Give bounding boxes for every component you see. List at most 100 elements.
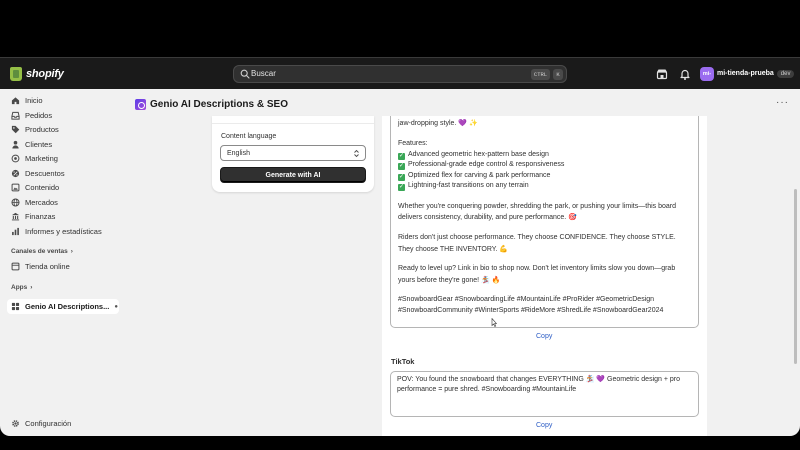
admin-panel: Inicio Pedidos Productos Clientes Market…	[0, 89, 800, 436]
search-icon	[240, 69, 250, 79]
genio-logo-icon	[135, 98, 146, 110]
sidebar-item-finanzas[interactable]: Finanzas	[7, 210, 119, 223]
sidebar-item-label: Informes y estadísticas	[25, 226, 102, 236]
shopify-bag-icon	[10, 67, 22, 81]
person-icon	[12, 140, 19, 149]
check-icon: ✓	[398, 152, 405, 160]
sidebar-item-online-store[interactable]: Tienda online	[7, 260, 119, 273]
store-name: mi-tienda-prueba	[717, 70, 774, 77]
feature-text: Optimized flex for carving & park perfor…	[408, 171, 551, 179]
bank-icon	[11, 212, 20, 221]
home-icon	[11, 97, 20, 105]
sidebar-item-label: Contenido	[25, 183, 60, 192]
bell-icon[interactable]	[678, 67, 692, 81]
text-line: ✓ Optimized flex for carving & park perfo…	[398, 172, 550, 181]
chevron-right-icon: ›	[30, 284, 33, 291]
text-line: Whether you're conquering powder, shredd…	[398, 202, 676, 210]
tag-icon	[11, 125, 20, 134]
pin-icon[interactable]: ●	[114, 304, 118, 310]
text-line: #SnowboardCommunity #WinterSports #RideM…	[398, 306, 664, 314]
sidebar-item-label: Descuentos	[25, 168, 65, 178]
instagram-output-textarea[interactable]: jaw-dropping style. 💜 ✨ Features: ✓ Advan…	[390, 116, 699, 328]
page-title: Genio AI Descriptions & SEO	[150, 98, 288, 110]
settings-card: Content language English Generate with A…	[212, 116, 374, 192]
sidebar: Inicio Pedidos Productos Clientes Market…	[0, 89, 124, 436]
tiktok-output-textarea[interactable]: POV: You found the snowboard that change…	[390, 371, 699, 417]
sidebar-item-pedidos[interactable]: Pedidos	[7, 109, 119, 122]
search-input[interactable]: Buscar	[251, 69, 276, 78]
sidebar-item-label: Finanzas	[25, 212, 56, 221]
text-line: Riders don't just choose performance. Th…	[398, 234, 676, 241]
results-card: jaw-dropping style. 💜 ✨ Features: ✓ Advan…	[382, 116, 707, 436]
text-line: delivers consistency, durability, and pu…	[398, 214, 577, 221]
sidebar-item-contenido[interactable]: Contenido	[7, 181, 119, 194]
avatar: mi-	[700, 66, 714, 81]
sidebar-item-mercados[interactable]: Mercados	[7, 196, 119, 209]
store-icon[interactable]	[655, 67, 669, 81]
screen-frame: shopify Buscar CTRL K mi- mi-tienda-prue…	[0, 0, 800, 450]
discount-icon	[11, 169, 20, 177]
more-actions-icon[interactable]: ···	[776, 97, 789, 108]
generate-with-ai-button[interactable]: Generate with AI	[220, 167, 366, 183]
search-bar[interactable]: Buscar CTRL K	[233, 65, 567, 83]
text-line: ✓ Lightning-fast transitions on any terra…	[398, 182, 529, 191]
content-icon	[11, 183, 20, 192]
text-line: yours before they're gone! 🏂 🔥	[398, 276, 501, 284]
target-icon	[11, 154, 20, 163]
text-line: ✓ Advanced geometric hex-pattern base des…	[398, 151, 549, 160]
shopify-logo[interactable]: shopify	[10, 66, 64, 82]
inbox-icon	[11, 111, 20, 120]
sidebar-item-label: Tienda online	[25, 261, 70, 271]
check-icon: ✓	[398, 184, 405, 191]
sidebar-item-label: Productos	[25, 125, 59, 134]
sidebar-item-label: Inicio	[25, 96, 43, 105]
section-label: Apps	[11, 284, 28, 291]
sidebar-item-marketing[interactable]: Marketing	[7, 152, 119, 165]
sidebar-item-label: Clientes	[25, 139, 53, 149]
sidebar-item-label: Mercados	[25, 197, 58, 207]
apps-section[interactable]: Apps ›	[11, 284, 32, 291]
sidebar-item-inicio[interactable]: Inicio	[7, 94, 119, 107]
chart-icon	[12, 227, 19, 235]
tiktok-section-title: TikTok	[391, 357, 415, 366]
feature-text: Lightning-fast transitions on any terrai…	[408, 182, 529, 189]
text-line: POV: You found the snowboard that change…	[397, 376, 681, 383]
sidebar-item-label: Pedidos	[25, 110, 53, 120]
brand-name: shopify	[26, 68, 64, 80]
online-store-icon	[11, 262, 20, 270]
section-label: Canales de ventas	[11, 248, 68, 255]
chevron-right-icon: ›	[70, 248, 73, 255]
shortcut-ctrl-key: CTRL	[531, 69, 550, 80]
app-grid-icon	[11, 302, 20, 311]
shortcut-k-key: K	[553, 69, 563, 80]
text-cursor-icon	[491, 318, 497, 327]
top-bar: shopify Buscar CTRL K mi- mi-tienda-prue…	[0, 57, 800, 89]
content-language-label: Content language	[221, 133, 277, 140]
sidebar-item-label: Configuración	[25, 419, 72, 428]
sidebar-item-label: Marketing	[25, 154, 58, 163]
text-line: Features:	[398, 140, 428, 147]
sidebar-item-genio-app[interactable]: Genio AI Descriptions... ●	[7, 299, 119, 314]
store-switcher[interactable]: mi- mi-tienda-prueba dev	[700, 65, 795, 82]
sidebar-item-productos[interactable]: Productos	[7, 123, 119, 136]
feature-text: Advanced geometric hex-pattern base desi…	[408, 150, 549, 158]
sidebar-item-label: Genio AI Descriptions...	[25, 302, 110, 311]
gear-icon	[12, 420, 19, 427]
sidebar-item-informes[interactable]: Informes y estadísticas	[7, 225, 119, 238]
copy-tiktok-button[interactable]: Copy	[536, 422, 552, 429]
text-line: Ready to level up? Link in bio to shop n…	[398, 265, 676, 272]
select-chevron-icon	[354, 149, 359, 158]
feature-text: Professional-grade edge control & respon…	[408, 161, 565, 168]
page-header: Genio AI Descriptions & SEO	[135, 97, 288, 111]
check-icon: ✓	[398, 173, 405, 181]
copy-instagram-button[interactable]: Copy	[536, 333, 552, 340]
sidebar-item-descuentos[interactable]: Descuentos	[7, 167, 119, 180]
sidebar-item-clientes[interactable]: Clientes	[7, 138, 119, 151]
text-line: performance = pure shred. #Snowboarding …	[397, 385, 577, 393]
sidebar-item-settings[interactable]: Configuración	[7, 417, 119, 430]
selected-language: English	[227, 150, 250, 157]
globe-icon	[11, 197, 20, 207]
scrollbar-thumb[interactable]	[794, 189, 797, 364]
sales-channels-section[interactable]: Canales de ventas ›	[11, 248, 73, 255]
content-language-select[interactable]: English	[220, 145, 366, 161]
